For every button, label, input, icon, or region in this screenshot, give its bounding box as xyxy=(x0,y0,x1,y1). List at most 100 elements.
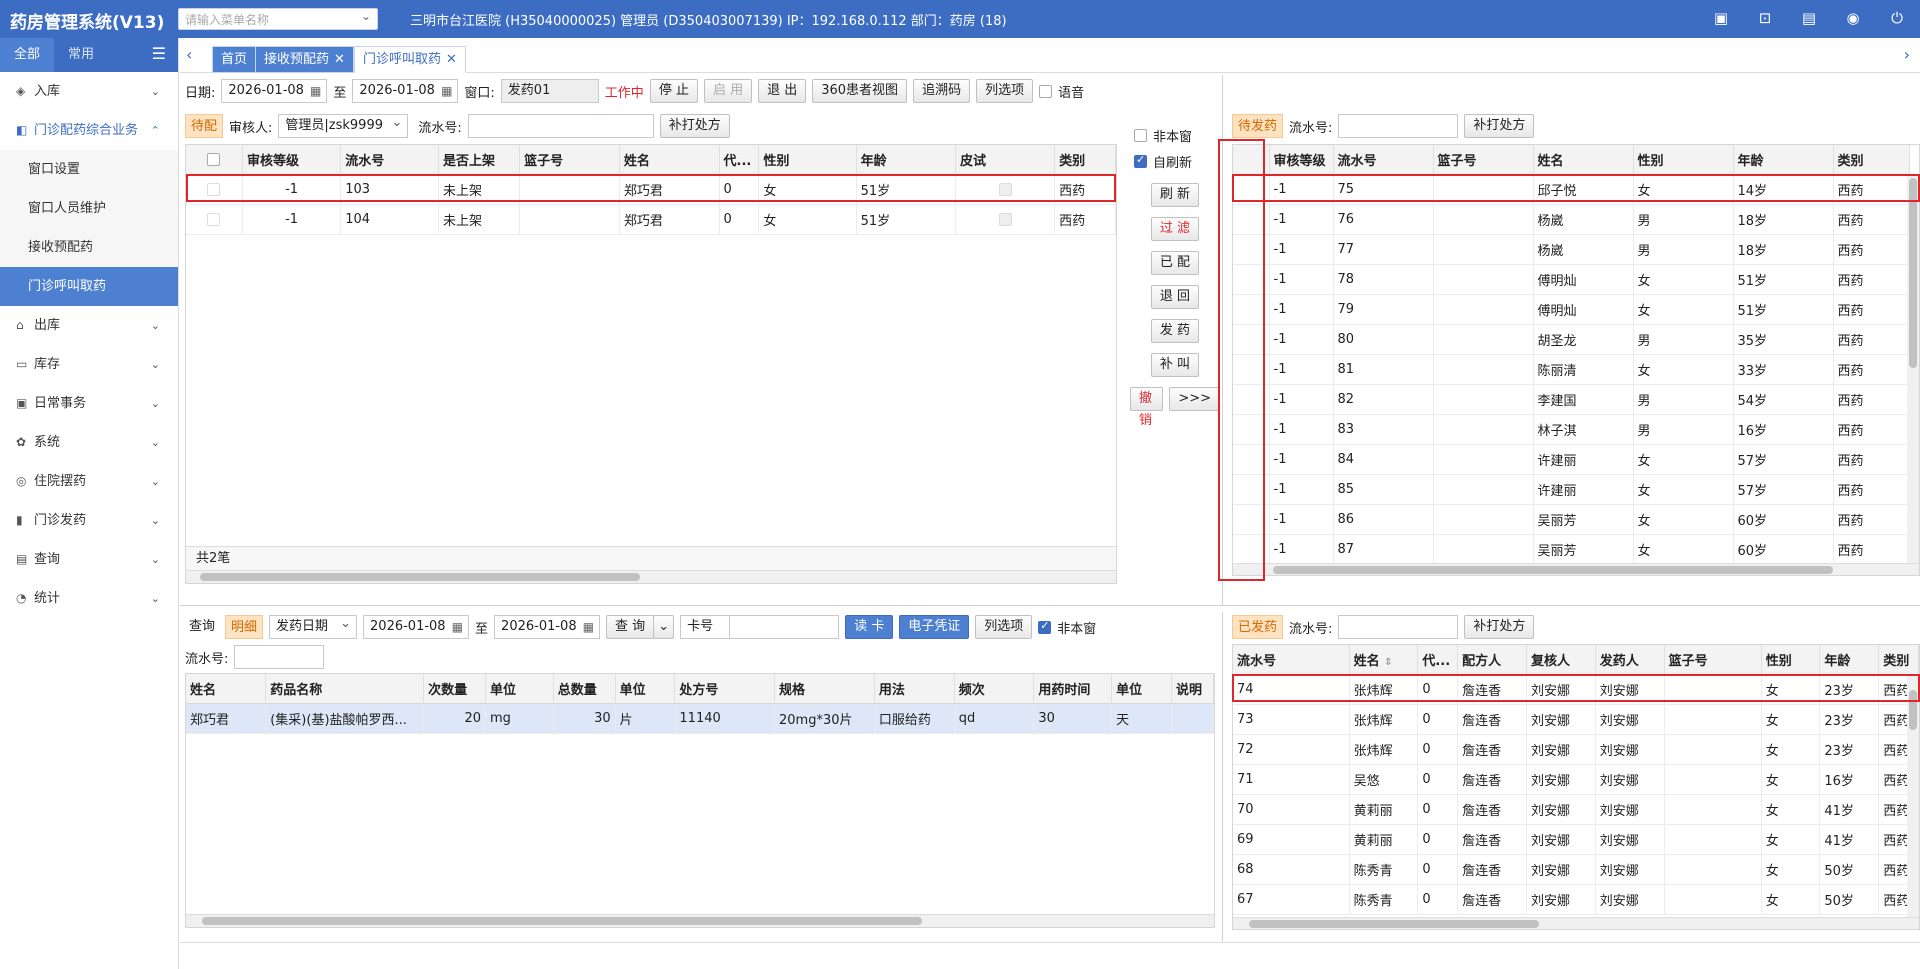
column-header[interactable]: 皮试 xyxy=(955,145,1056,175)
sidebar-subitem-call[interactable]: 门诊呼叫取药 xyxy=(0,267,178,306)
sidebar-item-inpatient[interactable]: ◎ 住院摆药 ⌄ xyxy=(0,462,178,501)
close-icon[interactable]: ✕ xyxy=(334,52,345,67)
filter-button[interactable]: 过 滤 xyxy=(1150,217,1200,241)
column-header[interactable]: 单位 xyxy=(485,674,554,704)
table-row[interactable]: 71 吴悠 0 詹连香 刘安娜 刘安娜女 16岁 西药 xyxy=(1233,764,1919,795)
table-row[interactable]: -1 87 吴丽芳女 60岁 西药 xyxy=(1233,534,1910,565)
view360-button[interactable]: 360患者视图 xyxy=(812,79,908,103)
window-input[interactable]: 发药01 xyxy=(500,79,599,103)
return-button[interactable]: 退 回 xyxy=(1150,285,1200,309)
vertical-scrollbar[interactable] xyxy=(1907,674,1919,917)
scroll-thumb[interactable] xyxy=(1273,566,1833,574)
auto-refresh-checkbox[interactable] xyxy=(1134,153,1147,168)
reprint-button[interactable]: 补打处方 xyxy=(1464,615,1535,639)
chevron-left-icon[interactable]: ‹ xyxy=(186,45,192,64)
table-row[interactable]: 73 张炜辉 0 詹连香 刘安娜 刘安娜女 23岁 西药 xyxy=(1233,704,1919,735)
sidebar-item-outpatient-dispensing[interactable]: ◧ 门诊配药综合业务 ⌃ xyxy=(0,111,178,150)
non-window-checkbox[interactable] xyxy=(1038,619,1052,634)
table-row[interactable]: -1 104 未上架 郑巧君 0 女 51岁 西药 xyxy=(186,204,1116,235)
table-row[interactable]: -1 81 陈丽清女 33岁 西药 xyxy=(1233,354,1910,385)
menu-collapse-icon[interactable]: ☰ xyxy=(152,44,166,63)
column-header[interactable]: 姓名 xyxy=(619,145,720,175)
sidebar-item-outbound[interactable]: ⌂ 出库 ⌄ xyxy=(0,306,178,345)
serial-input[interactable] xyxy=(1338,615,1459,639)
column-header[interactable]: 用药时间 xyxy=(1033,674,1113,704)
vertical-splitter[interactable] xyxy=(1222,612,1223,942)
cancel-button[interactable]: 撤 销 xyxy=(1130,387,1164,428)
image-icon[interactable]: ▣ xyxy=(1710,8,1732,28)
column-header[interactable]: 频次 xyxy=(954,674,1035,704)
sort-icon[interactable]: ⇕ xyxy=(1384,657,1392,668)
column-header[interactable]: 审核等级 xyxy=(1269,145,1334,175)
matched-button[interactable]: 已 配 xyxy=(1150,251,1200,275)
column-header[interactable]: 是否上架 xyxy=(438,145,521,175)
dispense-button[interactable]: 发 药 xyxy=(1150,319,1200,343)
sidebar-item-daily[interactable]: ▣ 日常事务 ⌄ xyxy=(0,384,178,423)
column-header[interactable]: 配方人 xyxy=(1457,645,1527,675)
query-dropdown[interactable]: ⌄ xyxy=(653,615,675,639)
horizontal-scrollbar[interactable] xyxy=(186,914,1214,927)
eye-icon[interactable]: ◉ xyxy=(1842,8,1864,28)
column-header[interactable]: 性别 xyxy=(1633,145,1734,175)
column-header[interactable]: 性别 xyxy=(1761,645,1821,675)
row-checkbox[interactable] xyxy=(207,182,221,196)
scroll-thumb[interactable] xyxy=(202,917,922,925)
table-row[interactable]: 69 黄莉丽 0 詹连香 刘安娜 刘安娜女 41岁 西药 xyxy=(1233,824,1919,855)
column-header[interactable]: 单位 xyxy=(615,674,676,704)
column-header[interactable]: 篮子号 xyxy=(519,145,620,175)
column-header[interactable]: 复核人 xyxy=(1526,645,1596,675)
recall-button[interactable]: 补 叫 xyxy=(1150,353,1200,377)
sidebar-item-system[interactable]: ✿ 系统 ⌄ xyxy=(0,423,178,462)
column-header[interactable]: 类别 xyxy=(1833,145,1910,175)
column-header[interactable]: 流水号 xyxy=(1233,645,1350,675)
column-header[interactable]: 药品名称 xyxy=(265,674,425,704)
more-button[interactable]: >>> xyxy=(1169,387,1220,411)
chevron-right-icon[interactable]: › xyxy=(1904,45,1910,64)
scroll-thumb[interactable] xyxy=(1909,178,1917,368)
table-row[interactable]: 72 张炜辉 0 詹连香 刘安娜 刘安娜女 23岁 西药 xyxy=(1233,734,1919,765)
column-header[interactable]: 单位 xyxy=(1111,674,1172,704)
tab-home[interactable]: 首页 xyxy=(212,46,257,73)
dispense-date-to[interactable]: 2026-01-08 xyxy=(494,615,601,639)
column-header[interactable]: 处方号 xyxy=(674,674,775,704)
serial-input[interactable] xyxy=(467,114,654,138)
sidebar-item-query[interactable]: ▤ 查询 ⌄ xyxy=(0,540,178,579)
table-row[interactable]: -1 76 杨崴男 18岁 西药 xyxy=(1233,204,1910,235)
table-row[interactable]: -1 103 未上架 郑巧君 0 女 51岁 西药 xyxy=(186,174,1116,205)
column-header[interactable]: 篮子号 xyxy=(1433,145,1534,175)
column-header[interactable]: 规格 xyxy=(774,674,875,704)
table-row[interactable]: -1 86 吴丽芳女 60岁 西药 xyxy=(1233,504,1910,535)
table-row[interactable]: -1 84 许建丽女 57岁 西药 xyxy=(1233,444,1910,475)
enable-button[interactable]: 启 用 xyxy=(703,79,753,103)
presentation-icon[interactable]: ⊡ xyxy=(1754,8,1776,28)
serial-input[interactable] xyxy=(1338,114,1459,138)
column-header[interactable]: 说明 xyxy=(1171,674,1214,704)
table-row[interactable]: -1 82 李建国男 54岁 西药 xyxy=(1233,384,1910,415)
e-voucher-button[interactable]: 电子凭证 xyxy=(899,615,970,639)
column-header[interactable]: 发药人 xyxy=(1595,645,1665,675)
horizontal-scrollbar[interactable] xyxy=(1233,563,1919,575)
horizontal-splitter[interactable] xyxy=(180,605,1920,606)
columns-button[interactable]: 列选项 xyxy=(975,615,1033,639)
table-row[interactable]: -1 83 林子淇男 16岁 西药 xyxy=(1233,414,1910,445)
column-header[interactable]: 总数量 xyxy=(553,674,616,704)
reprint-button[interactable]: 补打处方 xyxy=(1464,114,1535,138)
column-header[interactable]: 年龄 xyxy=(1733,145,1834,175)
detail-tab[interactable]: 明细 xyxy=(225,615,264,639)
pending-match-tag[interactable]: 待配 xyxy=(185,114,224,138)
sidebar-tab-all[interactable]: 全部 xyxy=(0,38,55,72)
serial-input[interactable] xyxy=(234,645,325,669)
column-header[interactable]: 姓名 xyxy=(186,674,267,704)
date-to-input[interactable]: 2026-01-08 xyxy=(352,79,459,103)
pending-dispense-tag[interactable]: 待发药 xyxy=(1232,114,1284,138)
query-tab[interactable]: 查询 xyxy=(185,615,219,639)
table-row[interactable]: -1 77 杨崴男 18岁 西药 xyxy=(1233,234,1910,265)
table-row[interactable]: 67 陈秀青 0 詹连香 刘安娜 刘安娜女 50岁 西药 xyxy=(1233,884,1919,915)
select-all-checkbox[interactable] xyxy=(207,152,221,166)
document-icon[interactable]: ▤ xyxy=(1798,8,1820,28)
reprint-button[interactable]: 补打处方 xyxy=(659,114,730,138)
table-row[interactable]: -1 75 邱子悦女 14岁 西药 xyxy=(1233,174,1910,205)
horizontal-scrollbar[interactable] xyxy=(186,570,1116,583)
table-row[interactable]: 68 陈秀青 0 詹连香 刘安娜 刘安娜女 50岁 西药 xyxy=(1233,854,1919,885)
column-header[interactable]: 性别 xyxy=(758,145,857,175)
